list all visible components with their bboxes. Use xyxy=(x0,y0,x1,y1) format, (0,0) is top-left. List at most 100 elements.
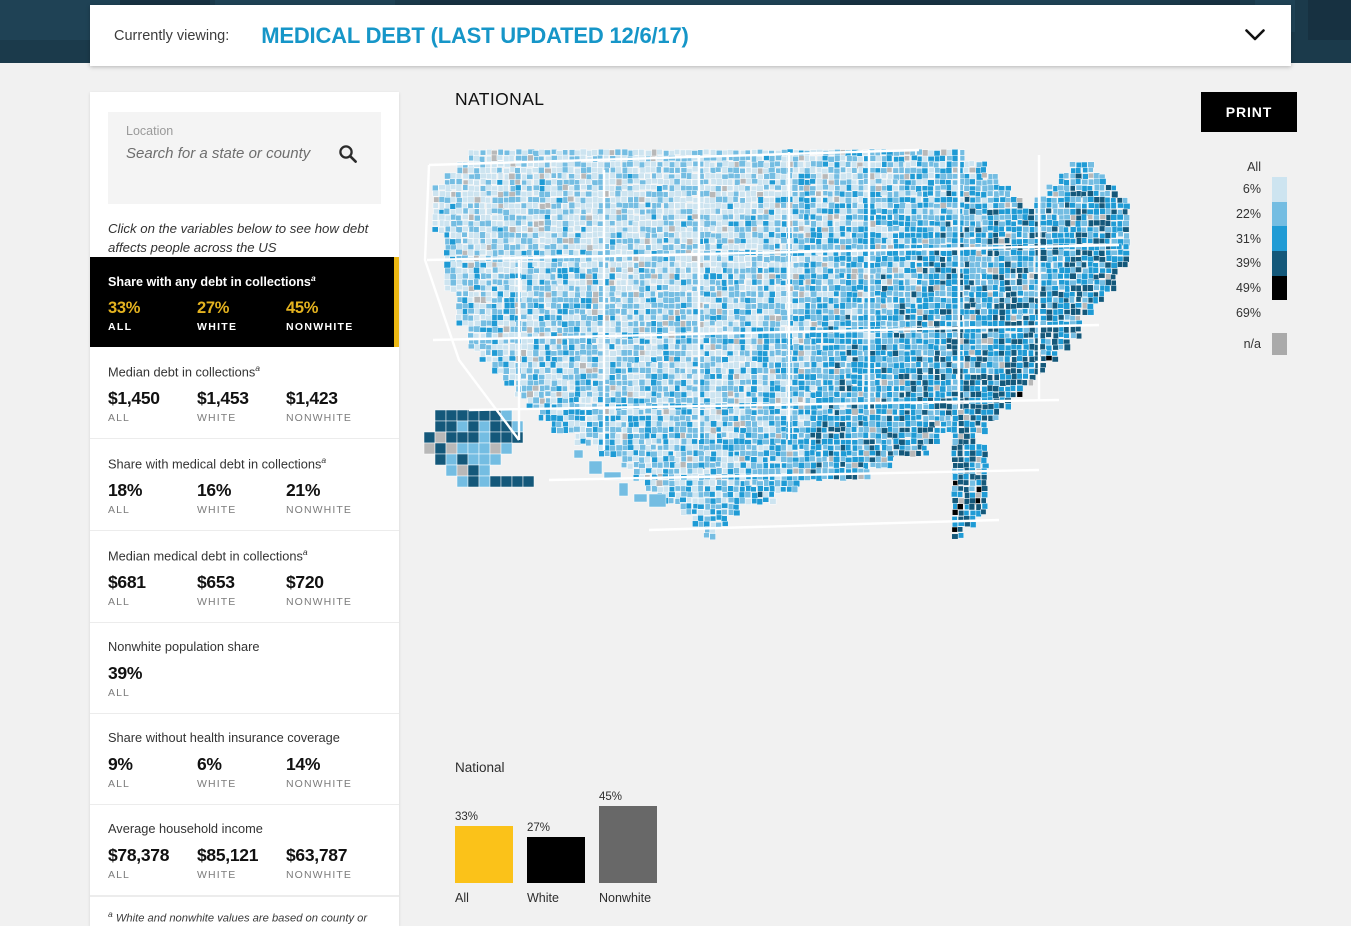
variable-stat-value: $1,450 xyxy=(108,387,160,408)
variable-stat-group: ALL xyxy=(108,596,130,609)
bar-category-label: White xyxy=(527,891,559,905)
bar-group: 45% Nonwhite xyxy=(599,791,657,905)
variable-stat: $653 WHITE xyxy=(197,572,286,608)
legend-row: 6% xyxy=(1207,177,1287,202)
variable-tile[interactable]: Median medical debt in collectionsa $681 A… xyxy=(90,531,399,624)
current-dataset-title[interactable]: MEDICAL DEBT (LAST UPDATED 12/6/17) xyxy=(261,23,689,49)
chevron-down-icon[interactable] xyxy=(1241,22,1269,50)
variable-stat-group: ALL xyxy=(108,504,130,517)
variable-stat: 6% WHITE xyxy=(197,754,286,790)
chart-title: National xyxy=(455,760,505,775)
variable-tile[interactable]: Share with any debt in collectionsa 33% AL… xyxy=(90,257,399,347)
us-county-choropleth-svg[interactable] xyxy=(399,110,1189,750)
variable-stat-value: $1,453 xyxy=(197,387,249,408)
variable-title: Share with medical debt in collectionsa xyxy=(108,454,327,472)
legend-tick-label: 69% xyxy=(1235,305,1261,320)
page-title: NATIONAL xyxy=(455,89,545,109)
variable-tile[interactable]: Share without health insurance coverage 9… xyxy=(90,714,399,806)
variable-stat-group: NONWHITE xyxy=(286,596,352,609)
dataset-selector-bar[interactable]: Currently viewing: MEDICAL DEBT (LAST UP… xyxy=(90,5,1291,66)
legend-tick-label: 22% xyxy=(1235,207,1261,222)
legend-swatch xyxy=(1272,300,1287,325)
variable-stat: 33% ALL xyxy=(108,299,197,333)
variable-stat: $720 NONWHITE xyxy=(286,572,375,608)
legend-tick-label: 31% xyxy=(1235,231,1261,246)
variable-stat-row: 18% ALL 16% WHITE 21% NONWHITE xyxy=(108,480,381,516)
bar-category-label: Nonwhite xyxy=(599,891,652,905)
bar-rect xyxy=(527,837,585,883)
legend-swatch xyxy=(1272,201,1287,227)
print-button[interactable]: PRINT xyxy=(1201,92,1297,132)
legend-row: 22% xyxy=(1207,201,1287,227)
variable-tile[interactable]: Average household income $78,378 ALL $85,12… xyxy=(90,805,399,897)
map-legend: All 6% 22% 31% 39% 49% 69% n/a xyxy=(1207,160,1287,356)
search-input[interactable] xyxy=(126,145,336,162)
location-search-label: Location xyxy=(126,124,174,138)
variable-stat-value: $681 xyxy=(108,572,146,593)
bar-rect xyxy=(599,806,657,883)
variable-tile[interactable]: Median debt in collectionsa $1,450 ALL $1,4… xyxy=(90,346,399,439)
variable-list: Share with any debt in collectionsa 33% AL… xyxy=(90,257,399,897)
map-county-layer xyxy=(423,148,1131,541)
legend-swatch xyxy=(1272,251,1287,276)
variable-stat-value: 21% xyxy=(286,480,321,501)
legend-swatch xyxy=(1272,275,1287,301)
variable-stat-group: NONWHITE xyxy=(286,778,352,791)
variable-footnote-marker: a xyxy=(321,454,327,465)
national-bar-chart: National 33% All 27% White 45% Nonwhite xyxy=(455,760,875,917)
choropleth-map[interactable] xyxy=(399,110,1189,750)
variable-title: Median medical debt in collectionsa xyxy=(108,547,308,564)
legend-tick-label: 6% xyxy=(1242,182,1261,197)
variable-stat-group: ALL xyxy=(108,411,130,424)
footnote-text: White and nonwhite values are based on c… xyxy=(115,913,368,926)
legend-row: 39% xyxy=(1207,251,1287,276)
legend-na-swatch xyxy=(1272,333,1287,356)
bar-rect xyxy=(455,826,513,883)
sidebar: Location Click on the variables below to… xyxy=(90,92,399,926)
variable-stat-value: 27% xyxy=(197,298,230,317)
variable-title: Nonwhite population share xyxy=(108,639,260,655)
bar-category-label: All xyxy=(455,891,469,905)
variable-stat-value: 18% xyxy=(108,480,143,501)
variable-stat: $1,423 NONWHITE xyxy=(286,388,375,424)
legend-tick-label: 39% xyxy=(1235,256,1261,271)
variable-stat-value: 33% xyxy=(108,298,141,317)
variable-tile[interactable]: Nonwhite population share 39% ALL xyxy=(90,623,399,715)
variable-stat-value: $78,378 xyxy=(108,845,170,866)
legend-row: 31% xyxy=(1207,226,1287,252)
variable-stat: 45% NONWHITE xyxy=(286,299,375,333)
legend-swatch xyxy=(1272,226,1287,252)
variable-stat: $1,453 WHITE xyxy=(197,388,286,424)
sidebar-footnote: a White and nonwhite values are based on… xyxy=(90,896,399,926)
main-panel: NATIONAL PRINT All 6% 22% 31% 39% 49% 69% n/a… xyxy=(399,70,1351,926)
variable-title: Median debt in collectionsa xyxy=(108,362,260,379)
variable-stat-value: 39% xyxy=(108,663,143,684)
variable-stat-group: NONWHITE xyxy=(286,411,352,424)
sidebar-instructions: Click on the variables below to see how … xyxy=(108,221,369,255)
variable-stat-group: WHITE xyxy=(197,411,237,424)
variable-stat-group: NONWHITE xyxy=(286,504,352,517)
variable-stat-value: $653 xyxy=(197,572,235,593)
variable-stat-group: ALL xyxy=(108,687,130,700)
bar-value-label: 45% xyxy=(599,791,623,803)
variable-stat-group: WHITE xyxy=(197,869,237,882)
variable-stat-value: $85,121 xyxy=(197,845,259,866)
variable-stat: $85,121 WHITE xyxy=(197,845,286,881)
variable-stat-group: ALL xyxy=(108,320,133,333)
legend-swatch xyxy=(1272,177,1287,202)
variable-stat-row: 9% ALL 6% WHITE 14% NONWHITE xyxy=(108,754,381,790)
banner-shape xyxy=(1308,0,1351,40)
legend-header: All xyxy=(1247,160,1261,174)
search-icon[interactable] xyxy=(338,144,357,168)
bar-group: 27% White xyxy=(527,822,585,905)
variable-tile[interactable]: Share with medical debt in collectionsa 1… xyxy=(90,438,399,532)
variable-stat-row: 33% ALL 27% WHITE 45% NONWHITE xyxy=(108,299,381,333)
variable-stat-group: NONWHITE xyxy=(286,320,354,333)
legend-na-label: n/a xyxy=(1243,337,1261,352)
legend-row: 49% xyxy=(1207,275,1287,301)
variable-stat: 39% ALL xyxy=(108,663,197,699)
location-search-box[interactable]: Location xyxy=(108,112,381,204)
variable-title: Average household income xyxy=(108,821,263,837)
variable-title: Share with any debt in collectionsa xyxy=(108,273,316,290)
variable-stat-group: ALL xyxy=(108,778,130,791)
